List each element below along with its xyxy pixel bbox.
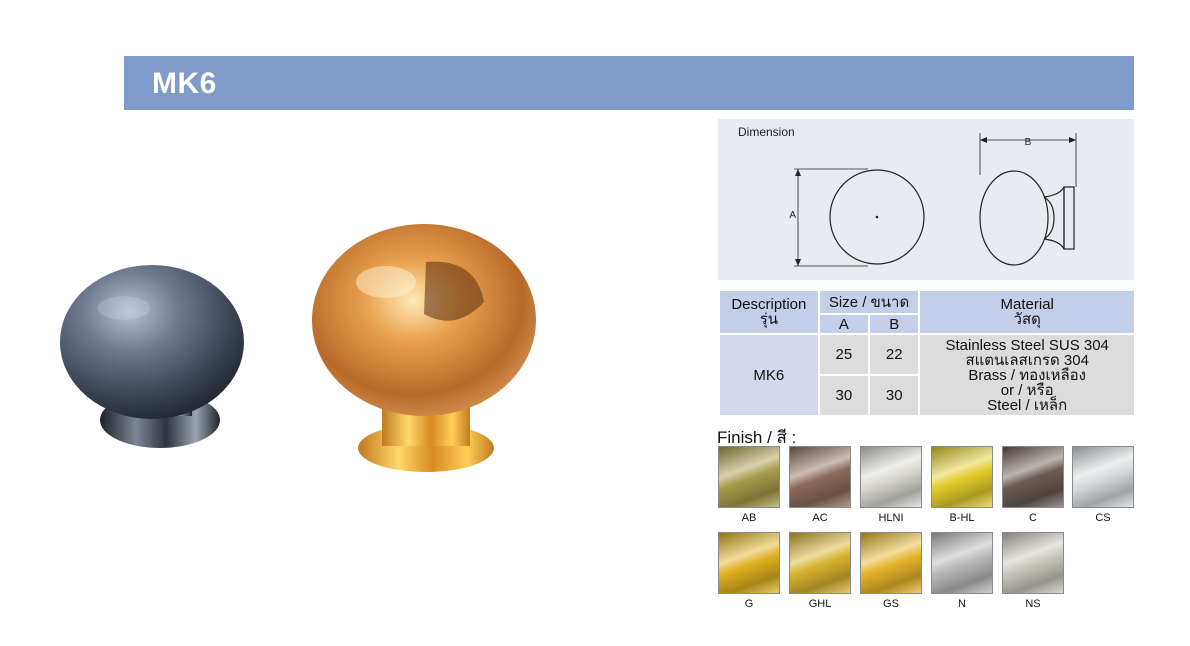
- finish-code: N: [958, 598, 966, 610]
- finish-swatch-n: N: [931, 532, 993, 610]
- finish-swatch-b-hl: B-HL: [931, 446, 993, 524]
- description-header: Description รุ่น: [720, 291, 818, 333]
- finish-chip: [789, 532, 851, 594]
- material-cell: Stainless Steel SUS 304 สแตนเลสเกรด 304 …: [920, 335, 1134, 415]
- finish-swatch-gs: GS: [860, 532, 922, 610]
- finish-code: HLNI: [878, 512, 904, 524]
- finish-code: GHL: [808, 598, 832, 610]
- model-cell: MK6: [720, 335, 818, 415]
- finish-chip: [1002, 446, 1064, 508]
- finish-chip: [718, 532, 780, 594]
- finish-swatch-ac: AC: [789, 446, 851, 524]
- finish-code: AB: [741, 512, 757, 524]
- finish-chip: [789, 446, 851, 508]
- finish-swatch-g: G: [718, 532, 780, 610]
- size-header: Size / ขนาด: [819, 291, 919, 313]
- header-banner: MK6: [124, 56, 1134, 110]
- product-photo-steel-knob: [58, 258, 248, 458]
- finish-swatch-c: C: [1002, 446, 1064, 524]
- finish-chip: [860, 446, 922, 508]
- finish-swatch-cs: CS: [1072, 446, 1134, 524]
- size-b-header: B: [870, 315, 919, 333]
- spec-table: Description รุ่น Size / ขนาด Material วั…: [718, 289, 1136, 417]
- size-b-cell: 30: [870, 376, 919, 415]
- finish-swatch-ghl: GHL: [789, 532, 851, 610]
- finish-code: B-HL: [949, 512, 975, 524]
- finish-code: C: [1029, 512, 1037, 524]
- size-a-header: A: [819, 315, 869, 333]
- dimension-a-mark: A: [789, 210, 796, 221]
- finish-chip: [931, 446, 993, 508]
- dimension-drawing: Dimension A B: [718, 119, 1134, 280]
- finish-swatch-ns: NS: [1002, 532, 1064, 610]
- product-photo-gold-knob: [306, 222, 542, 482]
- finish-code: CS: [1095, 512, 1111, 524]
- finish-code: NS: [1025, 598, 1041, 610]
- finish-code: G: [744, 598, 754, 610]
- size-a-cell: 25: [819, 335, 869, 374]
- material-header: Material วัสดุ: [920, 291, 1134, 333]
- finish-swatch-hlni: HLNI: [860, 446, 922, 524]
- finish-chip: [718, 446, 780, 508]
- size-a-cell: 30: [819, 376, 869, 415]
- finish-chip: [1002, 532, 1064, 594]
- finish-chip: [860, 532, 922, 594]
- size-b-cell: 22: [870, 335, 919, 374]
- finish-chip: [1072, 446, 1134, 508]
- finish-chip: [931, 532, 993, 594]
- dimension-diagram: A B: [789, 133, 1077, 267]
- dimension-b-mark: B: [1025, 137, 1032, 148]
- page-title: MK6: [152, 67, 217, 100]
- finish-code: AC: [812, 512, 828, 524]
- finish-swatch-ab: AB: [718, 446, 780, 524]
- finish-code: GS: [883, 598, 899, 610]
